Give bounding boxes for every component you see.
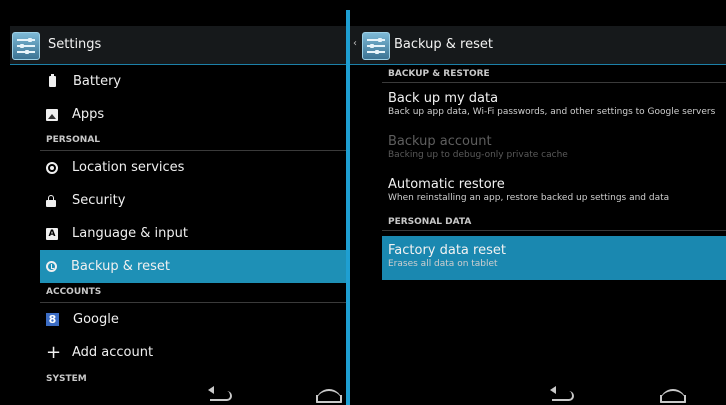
section-header-personal-data: PERSONAL DATA [382, 214, 726, 231]
backup-reset-pane: ‹ Backup & reset BACKUP & RESTORE Back u… [350, 0, 726, 405]
item-label: Google [73, 312, 119, 327]
factory-data-reset-title: Factory data reset [388, 243, 506, 258]
settings-app-icon[interactable] [12, 32, 40, 60]
google-icon: 8 [46, 313, 59, 326]
item-label: Apps [72, 107, 105, 122]
backup-action-bar: ‹ Backup & reset [350, 26, 726, 65]
settings-item-apps[interactable]: Apps [40, 98, 346, 131]
item-label: Location services [72, 160, 185, 175]
item-label: Security [72, 193, 126, 208]
lock-icon [46, 194, 56, 207]
settings-item-security[interactable]: Security [40, 184, 346, 217]
backup-account-item: Backup account Backing up to debug-only … [382, 128, 726, 162]
home-icon[interactable] [660, 389, 686, 403]
up-caret-icon[interactable]: ‹ [353, 38, 357, 49]
factory-data-reset-item[interactable]: Factory data reset Erases all data on ta… [382, 236, 726, 280]
item-label: Add account [72, 345, 154, 360]
backup-icon [46, 261, 57, 272]
navigation-bar [0, 385, 346, 405]
language-icon: A [46, 227, 58, 240]
settings-item-backup[interactable]: Backup & reset [40, 250, 346, 283]
settings-pane: Settings Battery Apps PERSONAL Location … [0, 0, 346, 405]
battery-icon [49, 74, 56, 87]
home-icon[interactable] [316, 389, 342, 403]
section-header-accounts: ACCOUNTS [40, 283, 346, 303]
settings-action-bar: Settings [10, 26, 346, 65]
settings-item-battery[interactable]: Battery [40, 65, 346, 98]
settings-item-google[interactable]: 8 Google [40, 303, 346, 336]
backup-my-data-summary: Back up app data, Wi-Fi passwords, and o… [388, 107, 716, 117]
backup-my-data-title: Back up my data [388, 91, 499, 106]
back-icon[interactable] [208, 386, 232, 401]
backup-account-title: Backup account [388, 134, 492, 149]
settings-title: Settings [48, 37, 102, 52]
back-icon[interactable] [550, 386, 574, 401]
factory-data-reset-summary: Erases all data on tablet [388, 259, 498, 269]
settings-item-add-account[interactable]: + Add account [40, 336, 346, 369]
section-header-system: SYSTEM [46, 374, 87, 384]
location-icon [46, 161, 58, 174]
automatic-restore-summary: When reinstalling an app, restore backed… [388, 193, 670, 203]
item-label: Language & input [72, 226, 188, 241]
plus-icon: + [46, 341, 62, 363]
section-header-personal: PERSONAL [40, 131, 346, 151]
backup-title: Backup & reset [394, 37, 493, 52]
backup-my-data-item[interactable]: Back up my data Back up app data, Wi-Fi … [382, 85, 726, 119]
settings-list: Battery Apps PERSONAL Location services … [40, 65, 346, 369]
item-label: Battery [73, 74, 122, 89]
navigation-bar-right [350, 385, 726, 405]
automatic-restore-title: Automatic restore [388, 177, 505, 192]
apps-icon [46, 108, 58, 121]
backup-account-summary: Backing up to debug-only private cache [388, 150, 568, 160]
backup-list: BACKUP & RESTORE Back up my data Back up… [382, 66, 726, 289]
backup-app-icon[interactable] [362, 32, 390, 60]
settings-item-location[interactable]: Location services [40, 151, 346, 184]
automatic-restore-item[interactable]: Automatic restore When reinstalling an a… [382, 171, 726, 205]
section-header-backup-restore: BACKUP & RESTORE [382, 66, 726, 83]
settings-item-language[interactable]: A Language & input [40, 217, 346, 250]
item-label: Backup & reset [71, 259, 170, 274]
